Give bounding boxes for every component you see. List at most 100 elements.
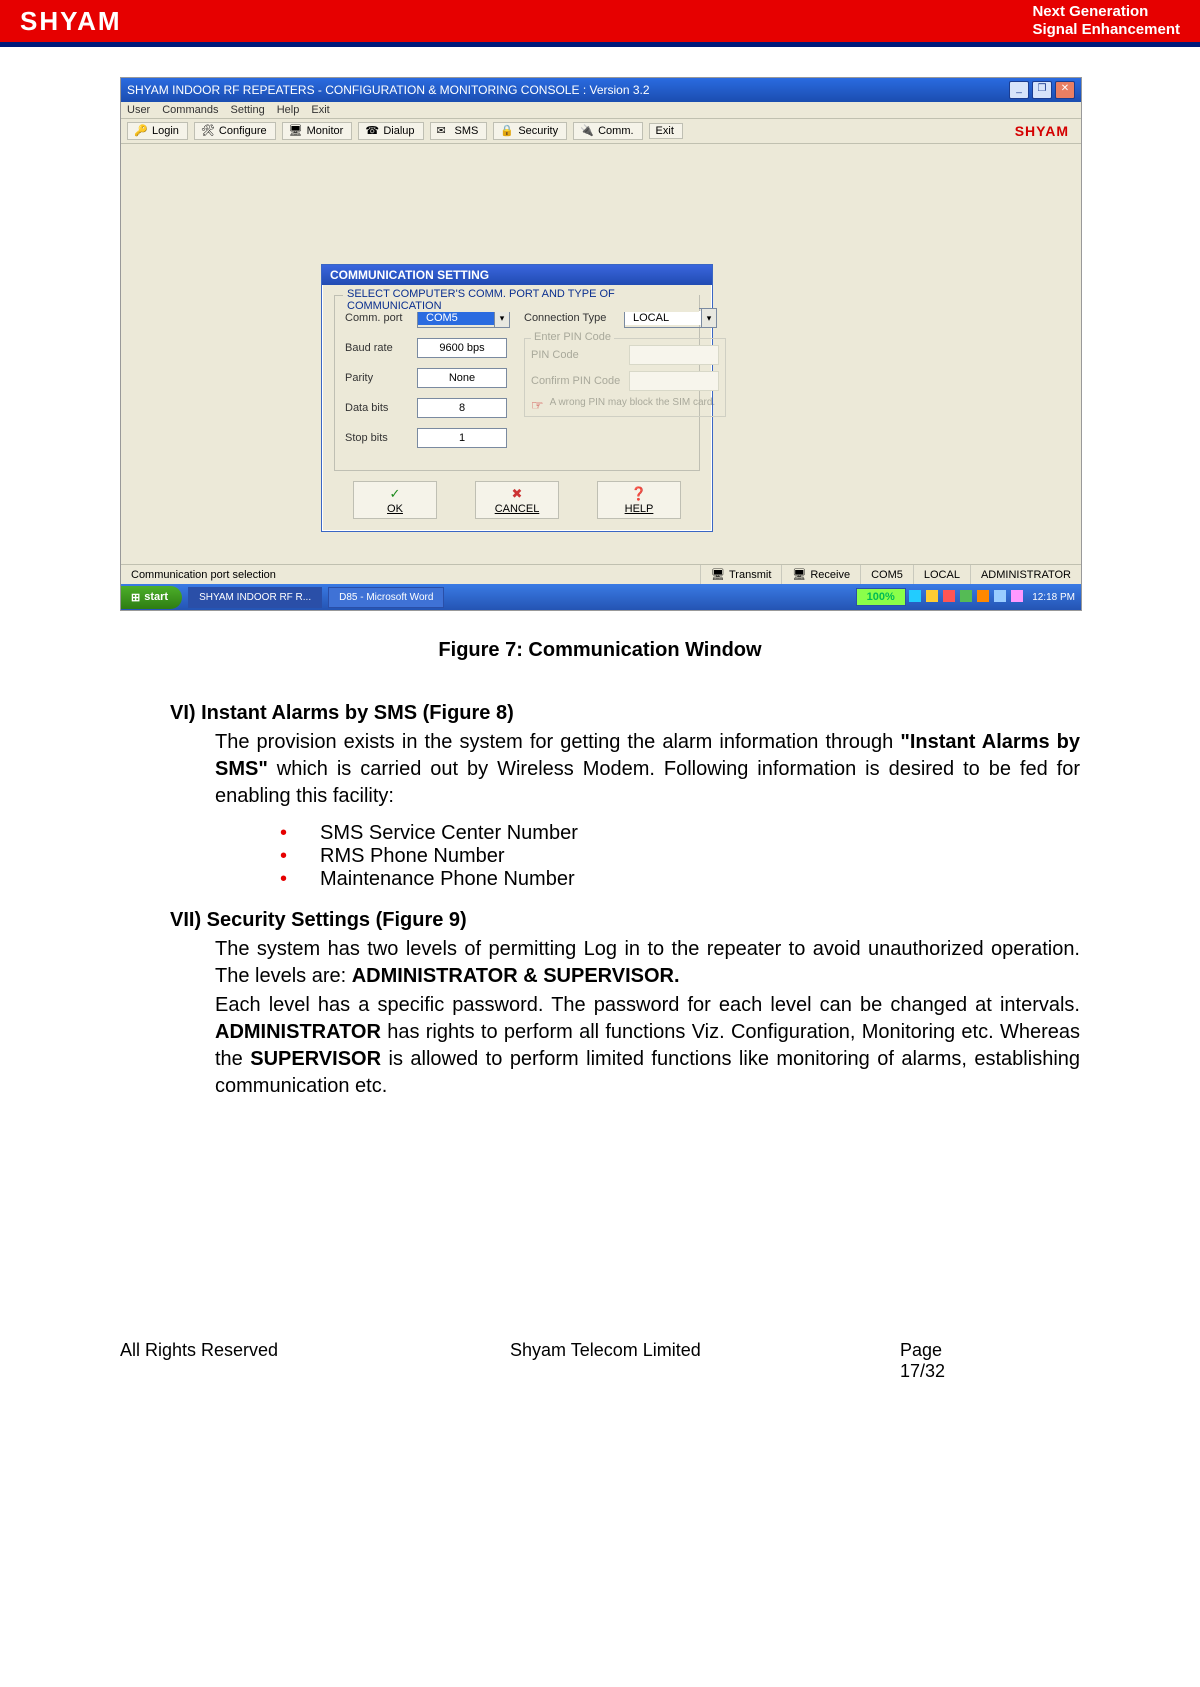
tray-icon[interactable] bbox=[909, 590, 921, 602]
page-number: 17/32 bbox=[900, 1361, 945, 1381]
section-vii-para2: Each level has a specific password. The … bbox=[215, 992, 1080, 1100]
list-item: RMS Phone Number bbox=[280, 845, 1080, 868]
stopbits-label: Stop bits bbox=[345, 432, 409, 444]
brand-logo: SHYAM bbox=[20, 6, 122, 37]
check-icon: ✓ bbox=[390, 486, 401, 502]
section-vi-bullets: SMS Service Center Number RMS Phone Numb… bbox=[280, 822, 1080, 891]
taskbar: ⊞ start SHYAM INDOOR RF R... D85 - Micro… bbox=[121, 584, 1081, 610]
footer-right: Page 17/32 bbox=[900, 1340, 1080, 1382]
menu-commands[interactable]: Commands bbox=[162, 104, 218, 116]
communication-setting-dialog: COMMUNICATION SETTING SELECT COMPUTER'S … bbox=[321, 264, 713, 532]
status-message: Communication port selection bbox=[121, 565, 701, 584]
pin-label: PIN Code bbox=[531, 349, 623, 361]
list-item: SMS Service Center Number bbox=[280, 822, 1080, 845]
monitor-icon: 🖥 bbox=[289, 124, 303, 138]
taskbar-item-shyam[interactable]: SHYAM INDOOR RF R... bbox=[188, 587, 322, 608]
menu-exit[interactable]: Exit bbox=[311, 104, 329, 116]
cancel-button[interactable]: ✖ CANCEL bbox=[475, 481, 559, 519]
lock-icon: 🔒 bbox=[500, 124, 514, 138]
sms-icon: ✉ bbox=[437, 124, 451, 138]
taskbar-item-word[interactable]: D85 - Microsoft Word bbox=[328, 587, 444, 608]
windows-icon: ⊞ bbox=[131, 591, 140, 604]
pin-legend: Enter PIN Code bbox=[531, 331, 614, 343]
tray-icon[interactable] bbox=[943, 590, 955, 602]
parity-label: Parity bbox=[345, 372, 409, 384]
section-vi-heading: VI) Instant Alarms by SMS (Figure 8) bbox=[170, 702, 1080, 725]
toolbar-configure[interactable]: 🛠Configure bbox=[194, 122, 276, 140]
baud-field[interactable] bbox=[417, 338, 507, 358]
chevron-down-icon[interactable]: ▾ bbox=[701, 309, 716, 327]
fieldset-title: SELECT COMPUTER'S COMM. PORT AND TYPE OF… bbox=[343, 288, 699, 312]
pin-warning: ☞ A wrong PIN may block the SIM card. bbox=[531, 397, 719, 414]
stopbits-field[interactable] bbox=[417, 428, 507, 448]
phone-icon: ☎ bbox=[365, 124, 379, 138]
databits-label: Data bits bbox=[345, 402, 409, 414]
minimize-button[interactable]: _ bbox=[1009, 81, 1029, 99]
start-button[interactable]: ⊞ start bbox=[121, 586, 182, 609]
window-titlebar: SHYAM INDOOR RF REPEATERS - CONFIGURATIO… bbox=[121, 78, 1081, 102]
tray-icon[interactable] bbox=[1011, 590, 1023, 602]
databits-field[interactable] bbox=[417, 398, 507, 418]
status-transmit: 🖥Transmit bbox=[701, 565, 782, 584]
comm-fieldset: SELECT COMPUTER'S COMM. PORT AND TYPE OF… bbox=[334, 295, 700, 471]
cancel-icon: ✖ bbox=[512, 486, 523, 502]
window-controls: _ ❐ ✕ bbox=[1009, 81, 1075, 99]
pin-input[interactable] bbox=[629, 345, 719, 365]
footer-center: Shyam Telecom Limited bbox=[510, 1340, 900, 1382]
pin-fieldset: Enter PIN Code PIN Code Confirm PIN Code bbox=[524, 338, 726, 417]
section-vi-para: The provision exists in the system for g… bbox=[215, 729, 1080, 810]
ok-button[interactable]: ✓ OK bbox=[353, 481, 437, 519]
list-item: Maintenance Phone Number bbox=[280, 868, 1080, 891]
toolbar-dialup[interactable]: ☎Dialup bbox=[358, 122, 423, 140]
menu-setting[interactable]: Setting bbox=[230, 104, 264, 116]
parity-field[interactable] bbox=[417, 368, 507, 388]
toolbar-sms[interactable]: ✉SMS bbox=[430, 122, 488, 140]
tray-icon[interactable] bbox=[926, 590, 938, 602]
plug-icon: 🔌 bbox=[580, 124, 594, 138]
display-icon: 🖥 bbox=[711, 568, 725, 581]
toolbar-comm[interactable]: 🔌Comm. bbox=[573, 122, 642, 140]
tagline-line1: Next Generation bbox=[1032, 3, 1180, 21]
status-port: COM5 bbox=[861, 565, 914, 584]
comm-port-label: Comm. port bbox=[345, 312, 409, 324]
toolbar-login[interactable]: 🔑Login bbox=[127, 122, 188, 140]
tray-icon[interactable] bbox=[977, 590, 989, 602]
system-tray[interactable] bbox=[908, 590, 1024, 605]
menu-help[interactable]: Help bbox=[277, 104, 300, 116]
toolbar: 🔑Login 🛠Configure 🖥Monitor ☎Dialup ✉SMS … bbox=[121, 119, 1081, 144]
toolbar-brand: SHYAM bbox=[1015, 123, 1075, 139]
status-mode: LOCAL bbox=[914, 565, 971, 584]
window-title: SHYAM INDOOR RF REPEATERS - CONFIGURATIO… bbox=[127, 83, 650, 97]
help-button[interactable]: ❓ HELP bbox=[597, 481, 681, 519]
conntype-label: Connection Type bbox=[524, 312, 616, 324]
comm-port-value: COM5 bbox=[418, 311, 494, 325]
screenshot-window: SHYAM INDOOR RF REPEATERS - CONFIGURATIO… bbox=[120, 77, 1082, 611]
figure-caption: Figure 7: Communication Window bbox=[120, 639, 1080, 662]
conntype-value: LOCAL bbox=[625, 311, 701, 325]
status-role: ADMINISTRATOR bbox=[971, 565, 1081, 584]
statusbar: Communication port selection 🖥Transmit 🖥… bbox=[121, 564, 1081, 584]
help-icon: ❓ bbox=[631, 486, 647, 502]
confirm-pin-label: Confirm PIN Code bbox=[531, 375, 623, 387]
status-receive: 🖥Receive bbox=[782, 565, 861, 584]
menu-user[interactable]: User bbox=[127, 104, 150, 116]
tool-icon: 🛠 bbox=[201, 124, 215, 138]
client-area: COMMUNICATION SETTING SELECT COMPUTER'S … bbox=[121, 144, 1081, 564]
toolbar-security[interactable]: 🔒Security bbox=[493, 122, 567, 140]
pin-warning-text: A wrong PIN may block the SIM card. bbox=[550, 397, 716, 408]
tray-icon[interactable] bbox=[960, 590, 972, 602]
tray-icon[interactable] bbox=[994, 590, 1006, 602]
toolbar-monitor[interactable]: 🖥Monitor bbox=[282, 122, 353, 140]
section-vii-para1: The system has two levels of permitting … bbox=[215, 936, 1080, 990]
section-vii-heading: VII) Security Settings (Figure 9) bbox=[170, 909, 1080, 932]
maximize-button[interactable]: ❐ bbox=[1032, 81, 1052, 99]
toolbar-exit[interactable]: Exit bbox=[649, 123, 683, 139]
tagline-line2: Signal Enhancement bbox=[1032, 21, 1180, 39]
footer-left: All Rights Reserved bbox=[120, 1340, 510, 1382]
display-icon: 🖥 bbox=[792, 568, 806, 581]
zoom-indicator: 100% bbox=[856, 588, 906, 606]
doc-footer: All Rights Reserved Shyam Telecom Limite… bbox=[120, 1340, 1080, 1382]
hand-icon: ☞ bbox=[531, 397, 544, 414]
confirm-pin-input[interactable] bbox=[629, 371, 719, 391]
close-button[interactable]: ✕ bbox=[1055, 81, 1075, 99]
